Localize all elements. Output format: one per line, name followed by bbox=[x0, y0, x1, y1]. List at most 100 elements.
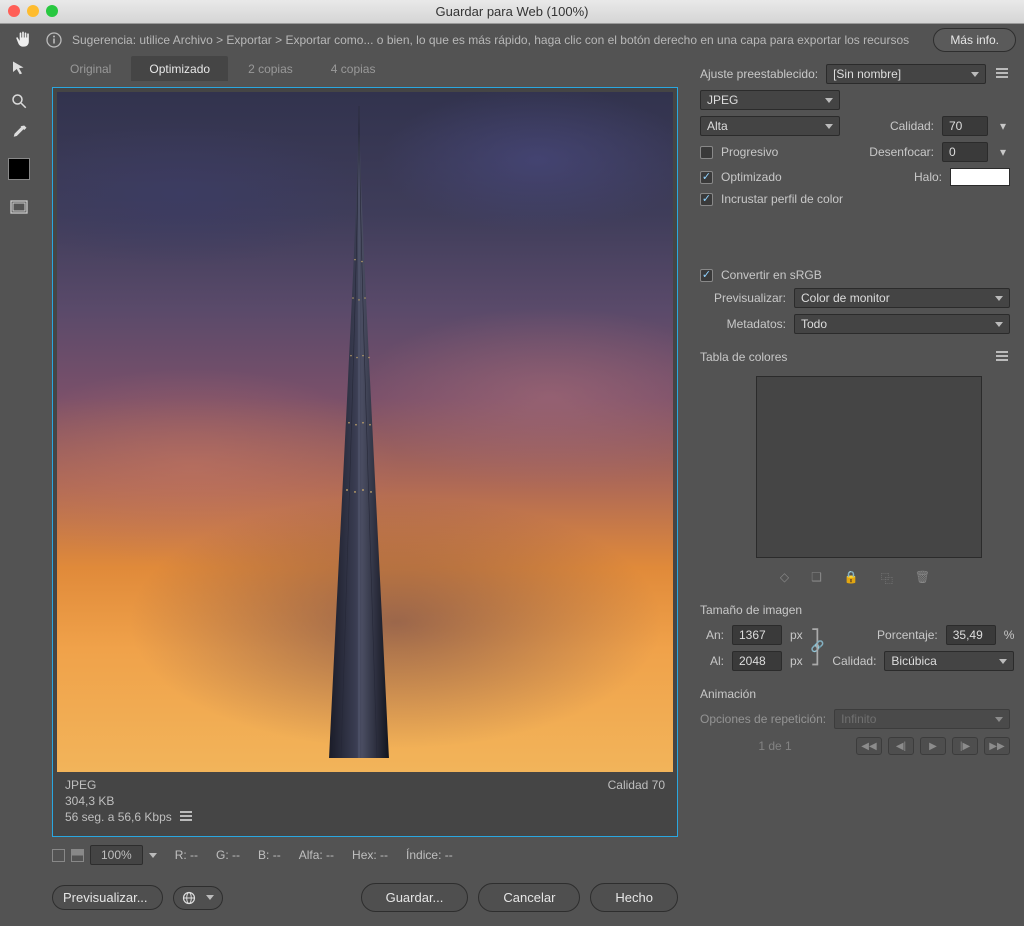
tool-strip bbox=[0, 56, 38, 902]
tab-two-up[interactable]: 2 copias bbox=[230, 56, 311, 81]
preview-image[interactable] bbox=[57, 92, 673, 772]
previsualize-label: Previsualizar... bbox=[63, 890, 148, 905]
quality-label: Calidad: bbox=[890, 119, 934, 133]
hide-slices-icon[interactable] bbox=[52, 849, 65, 862]
preset-dropdown[interactable]: [Sin nombre] bbox=[826, 64, 986, 84]
chevron-down-icon[interactable]: ▾ bbox=[996, 145, 1010, 159]
foreground-color-swatch[interactable] bbox=[8, 158, 30, 180]
halo-color-swatch[interactable] bbox=[950, 168, 1010, 186]
ct-trash-icon[interactable]: 🗑 bbox=[915, 570, 930, 587]
prev-frame-button[interactable]: ◀| bbox=[888, 737, 914, 755]
colortable-flyout-icon[interactable] bbox=[994, 351, 1010, 363]
bottom-bar: Previsualizar... Guardar... Cancelar Hec… bbox=[38, 873, 692, 926]
info-icon bbox=[46, 32, 64, 48]
last-frame-button[interactable]: ▶▶ bbox=[984, 737, 1010, 755]
status-index: Índice: -- bbox=[406, 848, 453, 862]
meta-quality: Calidad 70 bbox=[608, 778, 665, 824]
convert-srgb-checkbox[interactable] bbox=[700, 269, 713, 282]
pointer-tool-icon[interactable] bbox=[6, 58, 32, 80]
ct-new-icon[interactable]: ⿻ bbox=[881, 570, 893, 587]
preview-frame: JPEG 304,3 KB 56 seg. a 56,6 Kbps Calida… bbox=[52, 87, 678, 837]
color-table-icons: ◇ ❑ 🔒 ⿻ 🗑 bbox=[700, 570, 1010, 587]
window-controls bbox=[8, 5, 58, 17]
titlebar: Guardar para Web (100%) bbox=[0, 0, 1024, 24]
zoom-tool-icon[interactable] bbox=[6, 90, 32, 112]
next-frame-button[interactable]: |▶ bbox=[952, 737, 978, 755]
slice-visibility-icon[interactable] bbox=[6, 196, 32, 218]
hand-tool-icon[interactable] bbox=[13, 30, 33, 50]
embed-profile-label: Incrustar perfil de color bbox=[721, 192, 843, 206]
meta-time: 56 seg. a 56,6 Kbps bbox=[65, 810, 172, 824]
blur-label: Desenfocar: bbox=[869, 145, 934, 159]
preset-flyout-icon[interactable] bbox=[994, 68, 1010, 80]
percent-input[interactable]: 35,49 bbox=[946, 625, 996, 645]
quality-mode-dropdown[interactable]: Alta bbox=[700, 116, 840, 136]
width-input[interactable]: 1367 bbox=[732, 625, 782, 645]
format-dropdown[interactable]: JPEG bbox=[700, 90, 840, 110]
minimize-icon[interactable] bbox=[27, 5, 39, 17]
window-title: Guardar para Web (100%) bbox=[436, 4, 589, 19]
px-label-2: px bbox=[790, 654, 803, 668]
status-r: R: -- bbox=[175, 848, 198, 862]
optimized-checkbox[interactable] bbox=[700, 171, 713, 184]
tab-optimized[interactable]: Optimizado bbox=[131, 56, 228, 81]
animation-title: Animación bbox=[700, 687, 1010, 701]
meta-size: 304,3 KB bbox=[65, 794, 194, 808]
loop-label: Opciones de repetición: bbox=[700, 712, 826, 726]
hint-bar: Sugerencia: utilice Archivo > Exportar >… bbox=[0, 24, 1024, 56]
globe-icon bbox=[182, 891, 200, 905]
link-dimensions-icon[interactable]: ⎤🔗⎦ bbox=[811, 625, 825, 669]
first-frame-button[interactable]: ◀◀ bbox=[856, 737, 882, 755]
ct-lock-icon[interactable]: 🔒 bbox=[844, 570, 859, 587]
height-input[interactable]: 2048 bbox=[732, 651, 782, 671]
hint-text: Sugerencia: utilice Archivo > Exportar >… bbox=[72, 33, 925, 47]
halo-label: Halo: bbox=[914, 170, 942, 184]
save-button[interactable]: Guardar... bbox=[361, 883, 469, 912]
width-label: An: bbox=[700, 628, 724, 642]
tower-graphic bbox=[299, 106, 419, 759]
preview-mode-label: Previsualizar: bbox=[700, 291, 786, 305]
play-button[interactable]: ▶ bbox=[920, 737, 946, 755]
metadata-dropdown[interactable]: Todo bbox=[794, 314, 1010, 334]
status-bar: 100% R: -- G: -- B: -- Alfa: -- Hex: -- … bbox=[38, 837, 692, 873]
maximize-icon[interactable] bbox=[46, 5, 58, 17]
percent-label: Porcentaje: bbox=[877, 628, 938, 642]
progressive-checkbox[interactable] bbox=[700, 146, 713, 159]
zoom-value[interactable]: 100% bbox=[90, 845, 143, 865]
loop-dropdown: Infinito bbox=[834, 709, 1010, 729]
resample-dropdown[interactable]: Bicúbica bbox=[884, 651, 1014, 671]
resample-label: Calidad: bbox=[832, 654, 876, 668]
status-b: B: -- bbox=[258, 848, 281, 862]
progressive-label: Progresivo bbox=[721, 145, 778, 159]
ct-cube-icon[interactable]: ❑ bbox=[811, 570, 822, 587]
status-hex: Hex: -- bbox=[352, 848, 388, 862]
browser-preview-button[interactable] bbox=[173, 886, 223, 910]
status-g: G: -- bbox=[216, 848, 240, 862]
quality-input[interactable]: 70 bbox=[942, 116, 988, 136]
convert-srgb-label: Convertir en sRGB bbox=[721, 268, 822, 282]
show-slices-icon[interactable] bbox=[71, 849, 84, 862]
close-icon[interactable] bbox=[8, 5, 20, 17]
color-table[interactable] bbox=[756, 376, 982, 558]
tab-four-up[interactable]: 4 copias bbox=[313, 56, 394, 81]
previsualize-button[interactable]: Previsualizar... bbox=[52, 885, 163, 910]
more-info-button[interactable]: Más info. bbox=[933, 28, 1016, 52]
ct-diamond-icon[interactable]: ◇ bbox=[780, 570, 789, 587]
eyedropper-tool-icon[interactable] bbox=[6, 122, 32, 144]
px-label: px bbox=[790, 628, 803, 642]
preset-label: Ajuste preestablecido: bbox=[700, 67, 818, 81]
optimized-label: Optimizado bbox=[721, 170, 782, 184]
blur-input[interactable]: 0 bbox=[942, 142, 988, 162]
frame-indicator: 1 de 1 bbox=[700, 739, 850, 753]
embed-profile-checkbox[interactable] bbox=[700, 193, 713, 206]
chevron-down-icon[interactable]: ▾ bbox=[996, 119, 1010, 133]
done-button[interactable]: Hecho bbox=[590, 883, 678, 912]
chevron-down-icon[interactable] bbox=[149, 853, 157, 858]
tab-original[interactable]: Original bbox=[52, 56, 129, 81]
preview-tabs: Original Optimizado 2 copias 4 copias bbox=[38, 56, 692, 81]
meta-flyout-icon[interactable] bbox=[178, 811, 194, 823]
preview-mode-dropdown[interactable]: Color de monitor bbox=[794, 288, 1010, 308]
imagesize-title: Tamaño de imagen bbox=[700, 603, 1010, 617]
cancel-button[interactable]: Cancelar bbox=[478, 883, 580, 912]
height-label: Al: bbox=[700, 654, 724, 668]
